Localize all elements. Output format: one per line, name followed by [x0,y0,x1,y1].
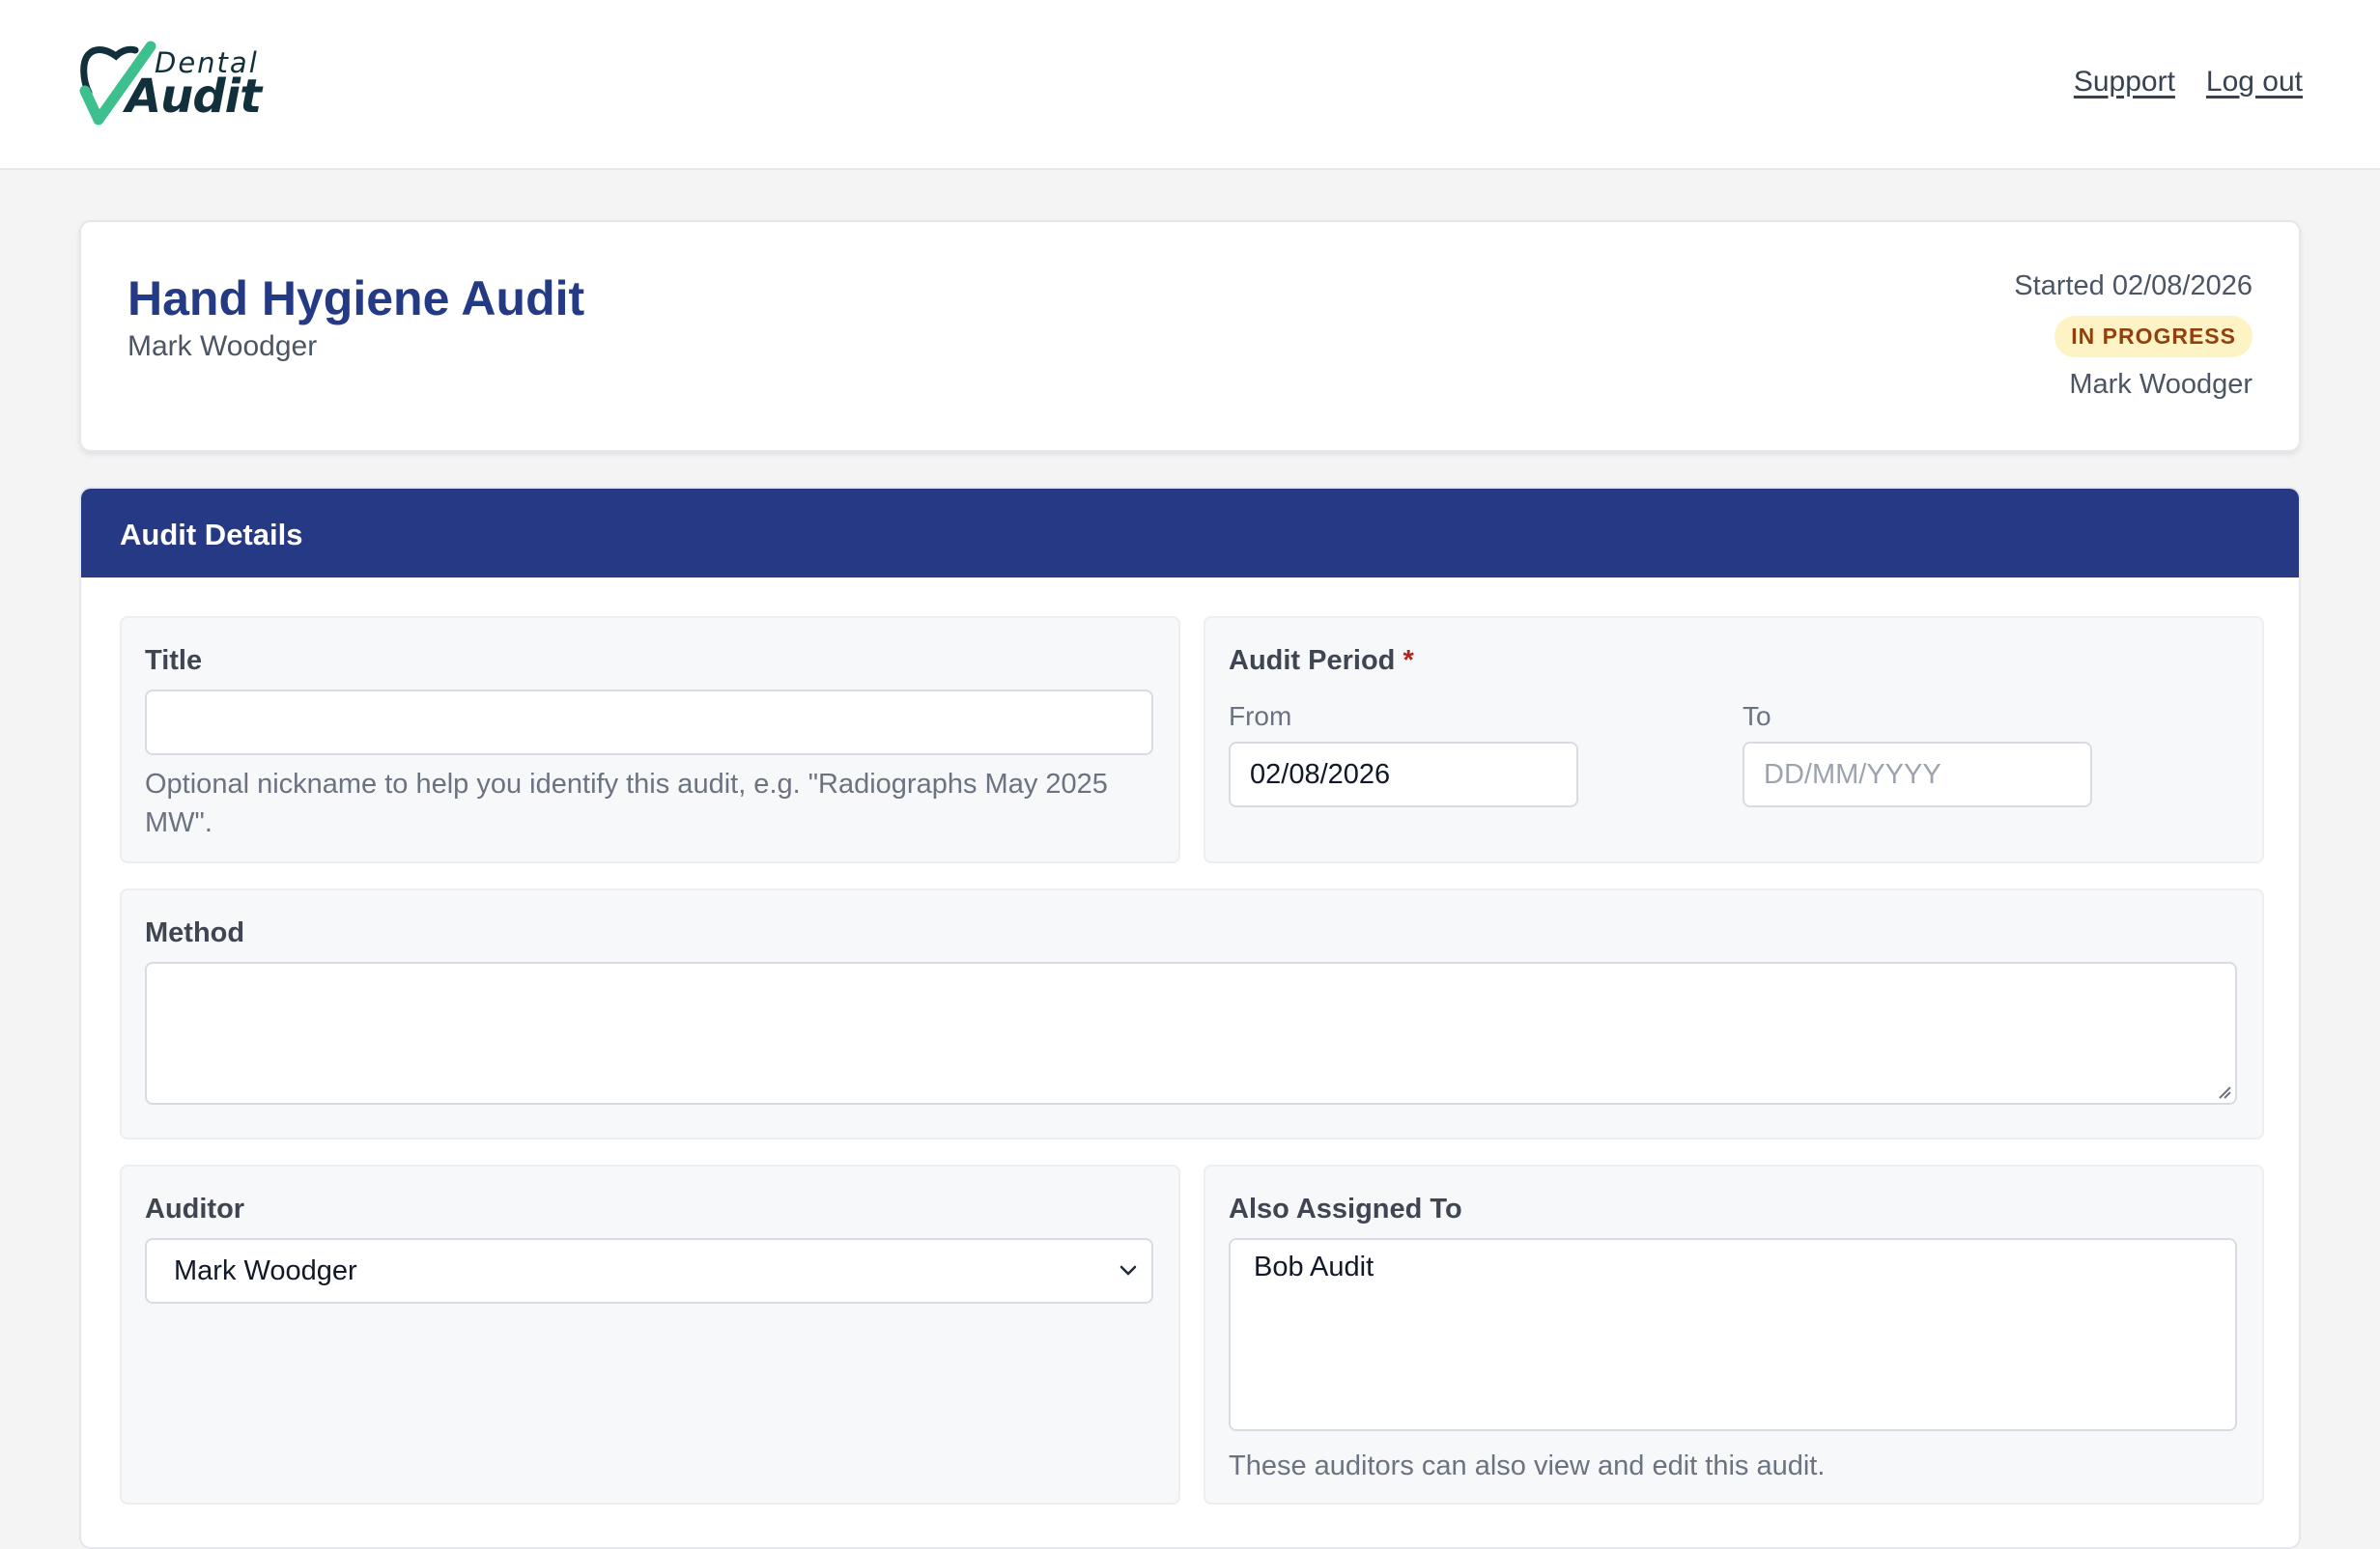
title-label: Title [145,645,203,676]
top-bar: Dental Audit Support Log out [0,0,2380,170]
title-help-text: Optional nickname to help you identify t… [145,769,1108,838]
from-label: From [1229,701,1292,731]
from-date-input[interactable]: 02/08/2026 [1229,742,1578,807]
auditor-selected-value: Mark Woodger [174,1254,357,1286]
top-nav: Support Log out [2074,66,2303,99]
auditor-panel: Auditor Mark Woodger [120,1165,1180,1505]
method-panel: Method [120,888,2264,1140]
support-link[interactable]: Support [2074,66,2175,99]
title-input[interactable] [145,690,1153,755]
started-date: Started 02/08/2026 [2014,270,2252,301]
also-assigned-list[interactable]: Bob Audit [1229,1238,2237,1431]
dental-audit-logo[interactable]: Dental Audit [79,41,263,127]
logo-text-audit: Audit [126,70,262,124]
method-label: Method [145,917,245,948]
logout-link[interactable]: Log out [2206,66,2303,99]
audit-period-label-text: Audit Period [1229,645,1396,676]
to-date-input[interactable]: DD/MM/YYYY [1742,742,2092,807]
required-marker: * [1402,645,1414,676]
also-assigned-help-text: These auditors can also view and edit th… [1229,1450,1826,1481]
resize-grip-icon[interactable] [2216,1084,2231,1099]
title-panel: Title Optional nickname to help you iden… [120,616,1180,863]
chevron-down-icon [1119,1265,1137,1276]
audit-period-label: Audit Period * [1229,645,1414,677]
also-assigned-panel: Also Assigned To Bob Audit These auditor… [1204,1165,2264,1505]
section-title: Audit Details [81,489,2299,577]
assigned-auditor-option[interactable]: Bob Audit [1254,1252,1374,1283]
audit-period-panel: Audit Period * From 02/08/2026 To DD/MM/… [1204,616,2264,863]
audit-header-card: Hand Hygiene Audit Mark Woodger Started … [79,220,2301,452]
also-assigned-label: Also Assigned To [1229,1194,1462,1225]
audit-details-card: Audit Details Title Optional nickname to… [79,487,2301,1549]
to-label: To [1742,701,1771,731]
audit-owner: Mark Woodger [128,330,318,362]
assigned-user: Mark Woodger [2069,369,2252,400]
page-title: Hand Hygiene Audit [128,271,585,325]
auditor-label: Auditor [145,1194,245,1225]
audit-meta: Started 02/08/2026 IN PROGRESS Mark Wood… [2014,270,2252,401]
auditor-select[interactable]: Mark Woodger [145,1238,1153,1304]
status-badge: IN PROGRESS [2054,316,2252,357]
method-textarea[interactable] [145,962,2237,1105]
